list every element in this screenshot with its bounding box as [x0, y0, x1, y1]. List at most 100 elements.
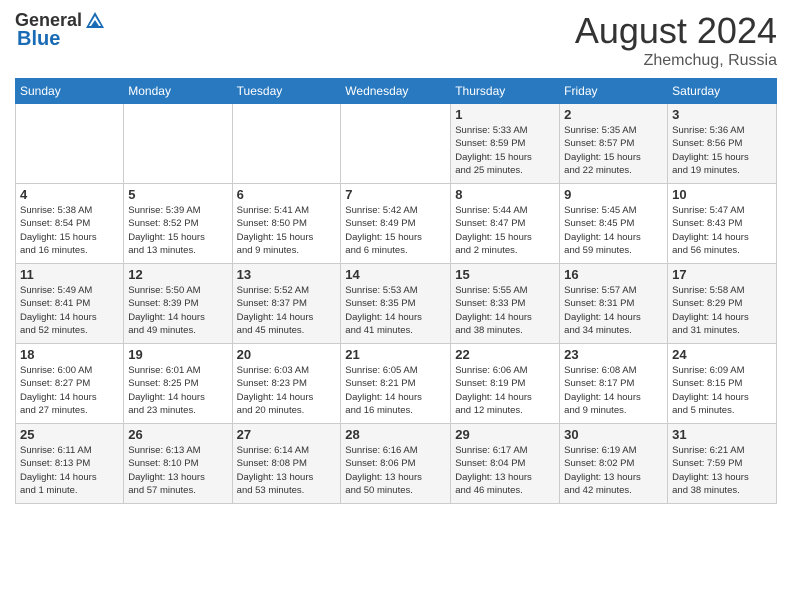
- day-info: Sunrise: 6:14 AM Sunset: 8:08 PM Dayligh…: [237, 444, 337, 497]
- cell-2-0: 11 Sunrise: 5:49 AM Sunset: 8:41 PM Dayli…: [16, 264, 124, 344]
- cell-1-2: 6 Sunrise: 5:41 AM Sunset: 8:50 PM Daylig…: [232, 184, 341, 264]
- day-info: Sunrise: 5:45 AM Sunset: 8:45 PM Dayligh…: [564, 204, 663, 257]
- day-number: 18: [20, 347, 119, 362]
- cell-3-6: 24 Sunrise: 6:09 AM Sunset: 8:15 PM Dayli…: [668, 344, 777, 424]
- header: General Blue August 2024 Zhemchug, Russi…: [15, 10, 777, 70]
- week-row-4: 25 Sunrise: 6:11 AM Sunset: 8:13 PM Dayli…: [16, 424, 777, 504]
- cell-0-0: [16, 104, 124, 184]
- day-info: Sunrise: 6:08 AM Sunset: 8:17 PM Dayligh…: [564, 364, 663, 417]
- page: General Blue August 2024 Zhemchug, Russi…: [0, 0, 792, 612]
- day-info: Sunrise: 5:47 AM Sunset: 8:43 PM Dayligh…: [672, 204, 772, 257]
- day-number: 26: [128, 427, 227, 442]
- cell-1-4: 8 Sunrise: 5:44 AM Sunset: 8:47 PM Daylig…: [451, 184, 560, 264]
- title-block: August 2024 Zhemchug, Russia: [575, 10, 777, 70]
- week-row-3: 18 Sunrise: 6:00 AM Sunset: 8:27 PM Dayli…: [16, 344, 777, 424]
- cell-2-3: 14 Sunrise: 5:53 AM Sunset: 8:35 PM Dayli…: [341, 264, 451, 344]
- day-number: 8: [455, 187, 555, 202]
- day-info: Sunrise: 5:58 AM Sunset: 8:29 PM Dayligh…: [672, 284, 772, 337]
- day-info: Sunrise: 5:57 AM Sunset: 8:31 PM Dayligh…: [564, 284, 663, 337]
- day-number: 24: [672, 347, 772, 362]
- day-number: 13: [237, 267, 337, 282]
- day-info: Sunrise: 6:13 AM Sunset: 8:10 PM Dayligh…: [128, 444, 227, 497]
- day-number: 29: [455, 427, 555, 442]
- day-info: Sunrise: 5:33 AM Sunset: 8:59 PM Dayligh…: [455, 124, 555, 177]
- day-info: Sunrise: 5:50 AM Sunset: 8:39 PM Dayligh…: [128, 284, 227, 337]
- cell-2-6: 17 Sunrise: 5:58 AM Sunset: 8:29 PM Dayli…: [668, 264, 777, 344]
- day-info: Sunrise: 5:39 AM Sunset: 8:52 PM Dayligh…: [128, 204, 227, 257]
- cell-4-4: 29 Sunrise: 6:17 AM Sunset: 8:04 PM Dayli…: [451, 424, 560, 504]
- cell-3-0: 18 Sunrise: 6:00 AM Sunset: 8:27 PM Dayli…: [16, 344, 124, 424]
- month-year: August 2024: [575, 10, 777, 52]
- col-tuesday: Tuesday: [232, 79, 341, 104]
- cell-0-1: [124, 104, 232, 184]
- calendar: Sunday Monday Tuesday Wednesday Thursday…: [15, 78, 777, 504]
- day-number: 5: [128, 187, 227, 202]
- day-number: 2: [564, 107, 663, 122]
- location: Zhemchug, Russia: [575, 52, 777, 70]
- col-saturday: Saturday: [668, 79, 777, 104]
- day-info: Sunrise: 6:01 AM Sunset: 8:25 PM Dayligh…: [128, 364, 227, 417]
- cell-2-5: 16 Sunrise: 5:57 AM Sunset: 8:31 PM Dayli…: [560, 264, 668, 344]
- col-wednesday: Wednesday: [341, 79, 451, 104]
- day-number: 19: [128, 347, 227, 362]
- day-number: 12: [128, 267, 227, 282]
- cell-1-0: 4Sunrise: 5:38 AM Sunset: 8:54 PM Daylig…: [16, 184, 124, 264]
- day-info: Sunrise: 5:36 AM Sunset: 8:56 PM Dayligh…: [672, 124, 772, 177]
- col-monday: Monday: [124, 79, 232, 104]
- col-thursday: Thursday: [451, 79, 560, 104]
- cell-0-2: [232, 104, 341, 184]
- day-number: 6: [237, 187, 337, 202]
- day-info: Sunrise: 6:00 AM Sunset: 8:27 PM Dayligh…: [20, 364, 119, 417]
- day-number: 30: [564, 427, 663, 442]
- day-number: 23: [564, 347, 663, 362]
- cell-3-4: 22Sunrise: 6:06 AM Sunset: 8:19 PM Dayli…: [451, 344, 560, 424]
- logo-icon: [84, 10, 106, 32]
- day-info: Sunrise: 5:49 AM Sunset: 8:41 PM Dayligh…: [20, 284, 119, 337]
- day-info: Sunrise: 6:11 AM Sunset: 8:13 PM Dayligh…: [20, 444, 119, 497]
- col-friday: Friday: [560, 79, 668, 104]
- day-info: Sunrise: 6:03 AM Sunset: 8:23 PM Dayligh…: [237, 364, 337, 417]
- day-info: Sunrise: 6:16 AM Sunset: 8:06 PM Dayligh…: [345, 444, 446, 497]
- day-number: 17: [672, 267, 772, 282]
- cell-4-2: 27Sunrise: 6:14 AM Sunset: 8:08 PM Dayli…: [232, 424, 341, 504]
- day-number: 28: [345, 427, 446, 442]
- day-number: 9: [564, 187, 663, 202]
- week-row-2: 11 Sunrise: 5:49 AM Sunset: 8:41 PM Dayli…: [16, 264, 777, 344]
- day-number: 22: [455, 347, 555, 362]
- cell-4-1: 26 Sunrise: 6:13 AM Sunset: 8:10 PM Dayli…: [124, 424, 232, 504]
- day-info: Sunrise: 6:19 AM Sunset: 8:02 PM Dayligh…: [564, 444, 663, 497]
- day-number: 3: [672, 107, 772, 122]
- day-info: Sunrise: 5:55 AM Sunset: 8:33 PM Dayligh…: [455, 284, 555, 337]
- cell-3-1: 19 Sunrise: 6:01 AM Sunset: 8:25 PM Dayli…: [124, 344, 232, 424]
- day-info: Sunrise: 6:17 AM Sunset: 8:04 PM Dayligh…: [455, 444, 555, 497]
- header-row: Sunday Monday Tuesday Wednesday Thursday…: [16, 79, 777, 104]
- day-number: 11: [20, 267, 119, 282]
- cell-4-6: 31Sunrise: 6:21 AM Sunset: 7:59 PM Dayli…: [668, 424, 777, 504]
- day-number: 14: [345, 267, 446, 282]
- day-info: Sunrise: 5:35 AM Sunset: 8:57 PM Dayligh…: [564, 124, 663, 177]
- day-info: Sunrise: 5:44 AM Sunset: 8:47 PM Dayligh…: [455, 204, 555, 257]
- day-info: Sunrise: 5:38 AM Sunset: 8:54 PM Dayligh…: [20, 204, 119, 257]
- day-info: Sunrise: 5:52 AM Sunset: 8:37 PM Dayligh…: [237, 284, 337, 337]
- cell-2-2: 13 Sunrise: 5:52 AM Sunset: 8:37 PM Dayli…: [232, 264, 341, 344]
- day-info: Sunrise: 5:41 AM Sunset: 8:50 PM Dayligh…: [237, 204, 337, 257]
- cell-0-5: 2 Sunrise: 5:35 AM Sunset: 8:57 PM Daylig…: [560, 104, 668, 184]
- cell-2-4: 15 Sunrise: 5:55 AM Sunset: 8:33 PM Dayli…: [451, 264, 560, 344]
- day-number: 16: [564, 267, 663, 282]
- cell-1-6: 10 Sunrise: 5:47 AM Sunset: 8:43 PM Dayli…: [668, 184, 777, 264]
- cell-1-3: 7Sunrise: 5:42 AM Sunset: 8:49 PM Daylig…: [341, 184, 451, 264]
- day-number: 25: [20, 427, 119, 442]
- day-info: Sunrise: 5:53 AM Sunset: 8:35 PM Dayligh…: [345, 284, 446, 337]
- cell-1-5: 9 Sunrise: 5:45 AM Sunset: 8:45 PM Daylig…: [560, 184, 668, 264]
- day-info: Sunrise: 6:09 AM Sunset: 8:15 PM Dayligh…: [672, 364, 772, 417]
- cell-3-5: 23 Sunrise: 6:08 AM Sunset: 8:17 PM Dayli…: [560, 344, 668, 424]
- cell-0-3: [341, 104, 451, 184]
- day-number: 15: [455, 267, 555, 282]
- day-info: Sunrise: 6:05 AM Sunset: 8:21 PM Dayligh…: [345, 364, 446, 417]
- cell-4-5: 30 Sunrise: 6:19 AM Sunset: 8:02 PM Dayli…: [560, 424, 668, 504]
- cell-0-4: 1Sunrise: 5:33 AM Sunset: 8:59 PM Daylig…: [451, 104, 560, 184]
- day-number: 10: [672, 187, 772, 202]
- day-info: Sunrise: 6:21 AM Sunset: 7:59 PM Dayligh…: [672, 444, 772, 497]
- cell-2-1: 12 Sunrise: 5:50 AM Sunset: 8:39 PM Dayli…: [124, 264, 232, 344]
- cell-0-6: 3 Sunrise: 5:36 AM Sunset: 8:56 PM Daylig…: [668, 104, 777, 184]
